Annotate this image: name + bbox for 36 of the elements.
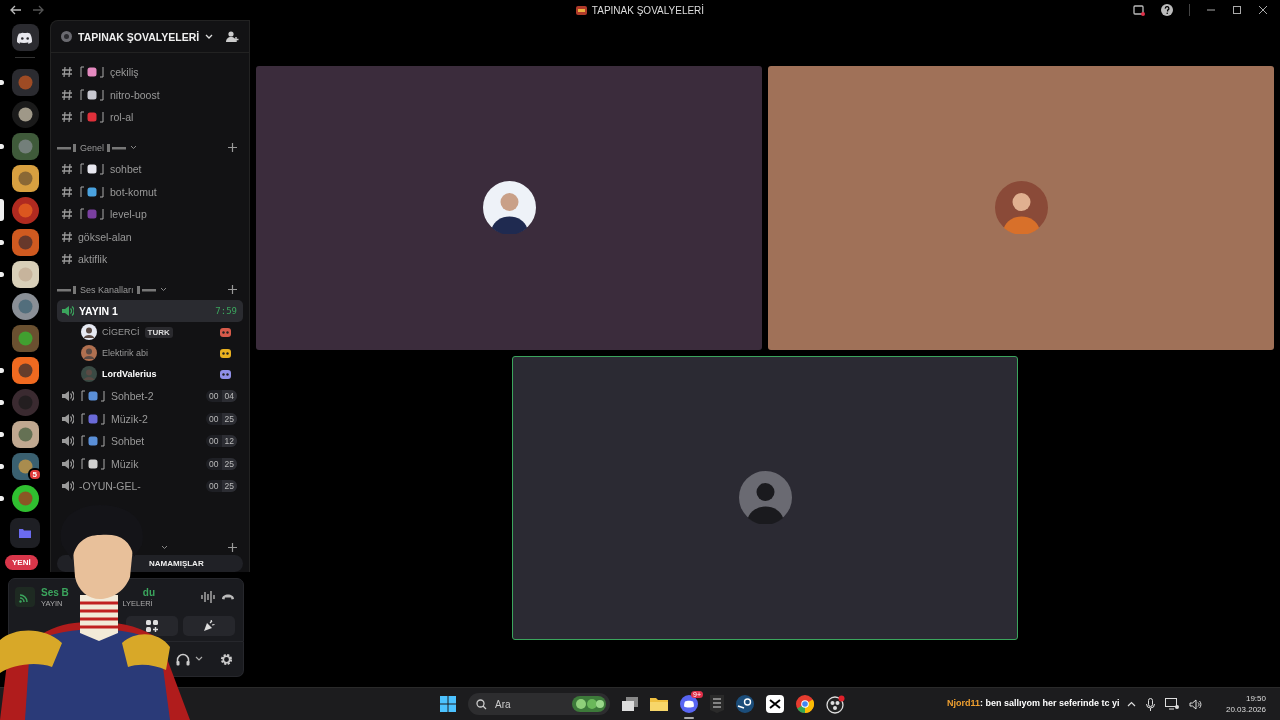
member-name[interactable]: LordValerius xyxy=(102,369,157,380)
user-count-badge: 00 25 xyxy=(206,457,237,470)
text-channel[interactable]: rol-al xyxy=(57,106,243,129)
clan-tag: TURK xyxy=(144,326,173,338)
search-field[interactable]: Ara xyxy=(493,697,537,711)
voice-status: Ses B xyxy=(41,586,69,598)
text-channel[interactable]: nitro-boost xyxy=(57,83,243,107)
member-name[interactable]: Elektirik abi xyxy=(102,348,148,359)
call-timer: 7:59 xyxy=(215,305,237,316)
voice-channel[interactable]: Müzik 00 25 xyxy=(57,452,243,476)
voice-channel[interactable]: YAYIN 1 7:59 xyxy=(57,299,243,322)
voice-channel[interactable]: Sohbet-2 00 04 xyxy=(57,384,243,408)
text-channel[interactable]: sohbet xyxy=(57,157,243,181)
text-channel[interactable]: göksel-alan xyxy=(57,225,243,249)
chat-message: Njord11: ben sallıyom her seferinde tc yi xyxy=(947,698,1120,708)
voice-channel[interactable]: Müzik-2 00 25 xyxy=(57,407,243,430)
user-count-badge: 00 12 xyxy=(206,435,237,448)
search-bar[interactable]: Ara xyxy=(468,693,610,715)
user-count-badge: 00 25 xyxy=(206,480,237,493)
text-channel[interactable]: çekiliş xyxy=(57,61,243,84)
clock-date[interactable]: 20.03.2026 xyxy=(1225,705,1266,714)
voice-channel[interactable]: Sohbet 00 12 xyxy=(57,429,243,453)
voice-status: du xyxy=(142,586,155,598)
user-count-badge: 00 04 xyxy=(206,390,237,403)
voice-channel[interactable]: -OYUN-GEL- 00 25 xyxy=(57,475,243,498)
category-name[interactable]: Ses Kanalları xyxy=(80,284,134,295)
category-name[interactable]: Genel xyxy=(80,142,105,153)
window-title: TAPINAK ŞOVALYELERİ xyxy=(591,4,705,16)
text-channel[interactable]: aktiflik xyxy=(57,248,243,271)
user-count-badge: 00 25 xyxy=(206,412,237,425)
new-badge: YENİ xyxy=(5,555,38,570)
member-name[interactable]: CİGERCİ xyxy=(102,327,140,338)
text-channel[interactable]: level-up xyxy=(57,202,243,226)
server-name[interactable]: TAPINAK ŞOVALYELERİ xyxy=(78,30,200,43)
clock-time[interactable]: 19:50 xyxy=(1245,694,1266,703)
text-channel[interactable]: bot-komut xyxy=(57,180,243,203)
